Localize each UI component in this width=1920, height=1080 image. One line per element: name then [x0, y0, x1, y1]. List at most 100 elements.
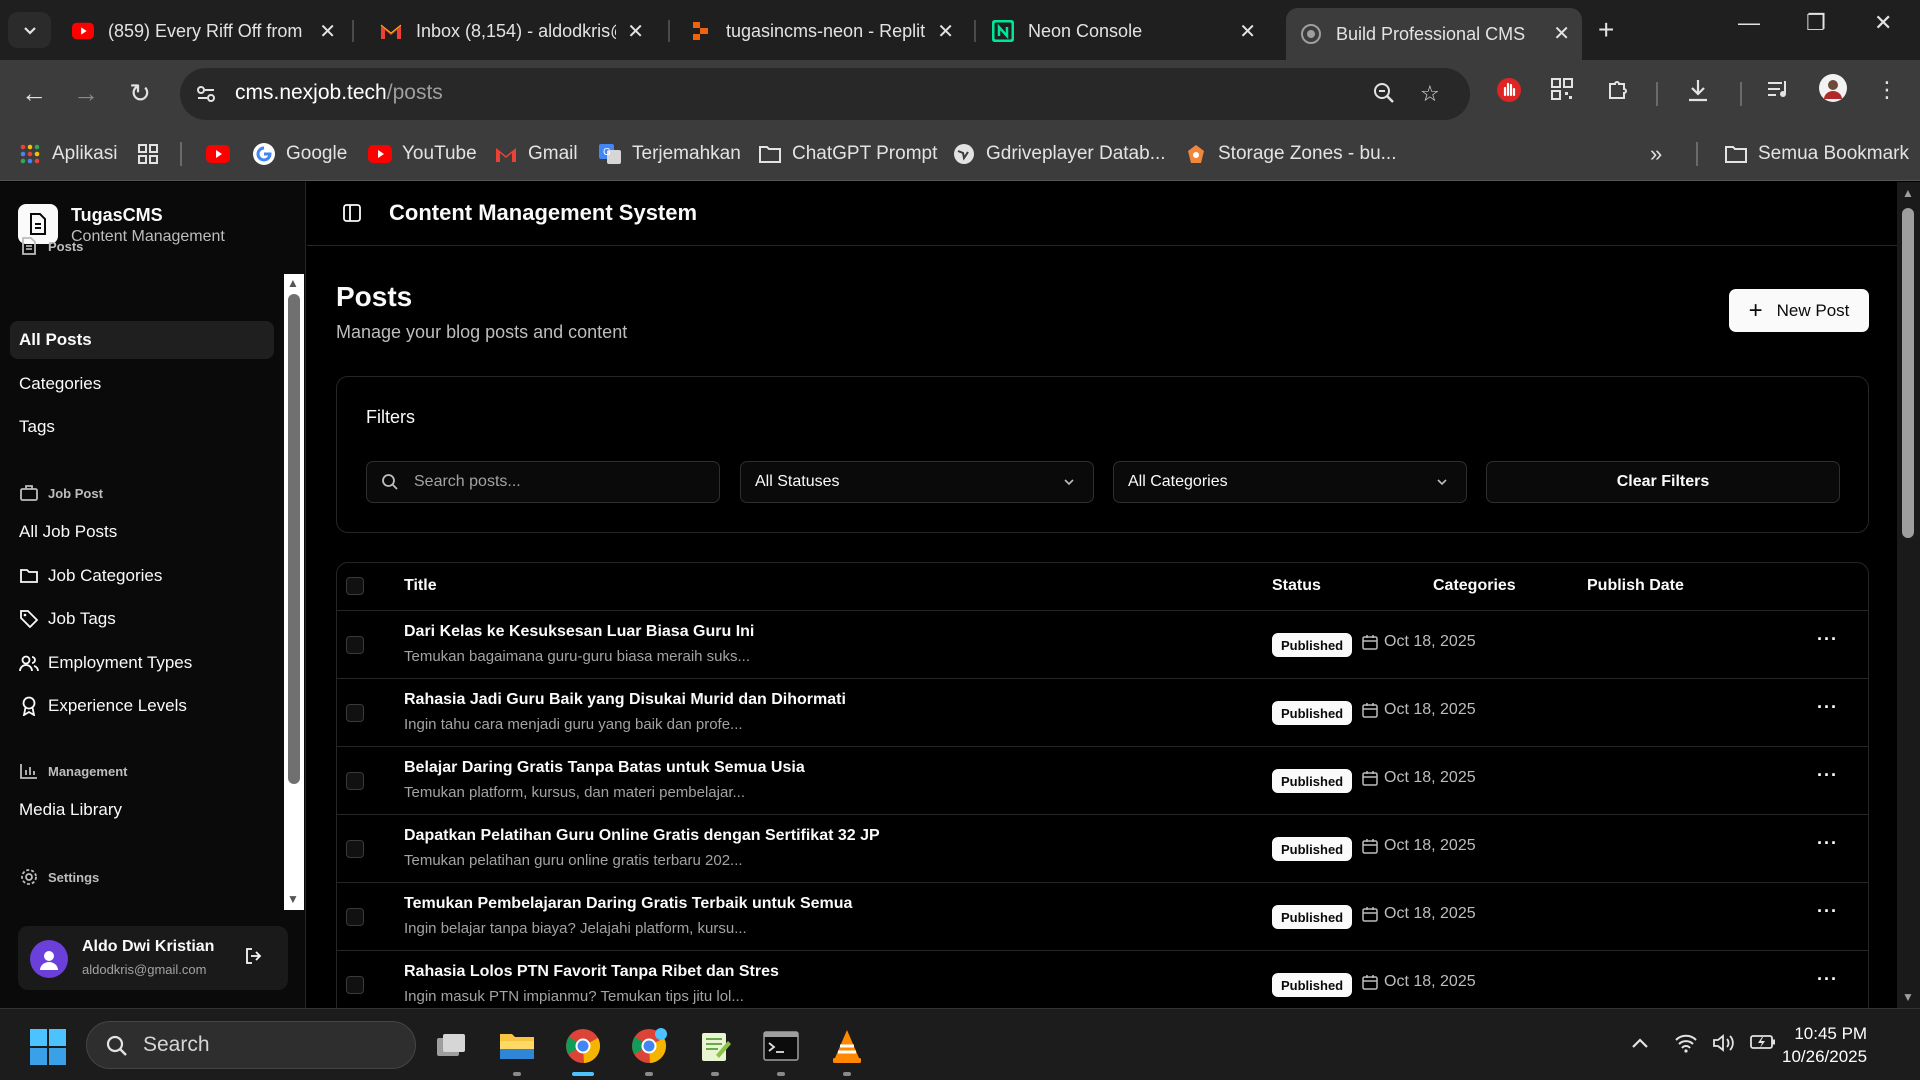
more-actions-icon[interactable]: ···: [1817, 765, 1838, 786]
column-status[interactable]: Status: [1272, 577, 1321, 595]
media-control-icon[interactable]: [1766, 77, 1790, 107]
chrome-icon[interactable]: [562, 1025, 604, 1076]
browser-tab-gmail[interactable]: Inbox (8,154) - aldodkris@ ✕: [366, 10, 656, 52]
table-row[interactable]: Belajar Daring Gratis Tanpa Batas untuk …: [337, 747, 1868, 815]
column-title[interactable]: Title: [404, 577, 437, 595]
clock[interactable]: 10:45 PM 10/26/2025: [1782, 1022, 1867, 1068]
browser-tab-neon[interactable]: Neon Console ✕: [978, 10, 1268, 52]
category-select[interactable]: All Categories: [1113, 461, 1467, 503]
scroll-down-icon[interactable]: ▼: [1902, 990, 1914, 1004]
browser-tab-youtube[interactable]: (859) Every Riff Off from P ✕: [58, 10, 348, 52]
sidebar-item-tags[interactable]: Tags: [10, 408, 274, 446]
sidebar-item-job-tags[interactable]: Job Tags: [10, 600, 274, 638]
sidebar-item-employment-types[interactable]: Employment Types: [10, 644, 274, 682]
restore-icon[interactable]: ❐: [1806, 10, 1826, 36]
new-tab-button[interactable]: +: [1598, 14, 1614, 46]
extension-hand-icon[interactable]: [1496, 77, 1522, 109]
close-icon[interactable]: ✕: [319, 19, 336, 44]
scroll-up-icon[interactable]: ▲: [287, 276, 299, 290]
close-icon[interactable]: ✕: [1553, 21, 1570, 46]
more-actions-icon[interactable]: ···: [1817, 969, 1838, 990]
bookmark-terjemahkan[interactable]: G Terjemahkan: [598, 139, 741, 169]
zoom-icon[interactable]: [1372, 81, 1396, 111]
row-checkbox[interactable]: [346, 772, 364, 790]
row-checkbox[interactable]: [346, 704, 364, 722]
bookmark-gdriveplayer[interactable]: Gdriveplayer Datab...: [952, 139, 1166, 169]
address-bar[interactable]: cms.nexjob.tech/posts ☆: [180, 68, 1470, 120]
sidebar-scrollbar[interactable]: ▲ ▼: [284, 274, 304, 910]
bookmark-google[interactable]: Google: [252, 139, 347, 169]
browser-tab-cms-active[interactable]: Build Professional CMS ✕: [1286, 8, 1582, 60]
reload-icon[interactable]: ↻: [124, 78, 156, 109]
sidebar-item-experience-levels[interactable]: Experience Levels: [10, 687, 274, 725]
logout-icon[interactable]: [244, 946, 264, 971]
all-bookmarks[interactable]: Semua Bookmark: [1724, 139, 1909, 169]
tab-search-button[interactable]: [8, 12, 51, 48]
wifi-icon[interactable]: [1674, 1033, 1698, 1059]
user-card[interactable]: Aldo Dwi Kristian aldodkris@gmail.com: [18, 926, 288, 990]
select-all-checkbox[interactable]: [346, 577, 364, 595]
table-row[interactable]: Temukan Pembelajaran Daring Gratis Terba…: [337, 883, 1868, 951]
bookmark-grid[interactable]: [136, 139, 170, 169]
forward-icon[interactable]: →: [70, 78, 102, 109]
tray-overflow-icon[interactable]: [1630, 1033, 1650, 1056]
more-actions-icon[interactable]: ···: [1817, 901, 1838, 922]
more-bookmarks-icon[interactable]: »: [1650, 139, 1662, 169]
bookmark-chatgpt-prompt[interactable]: ChatGPT Prompt: [758, 139, 937, 169]
table-row[interactable]: Dapatkan Pelatihan Guru Online Gratis de…: [337, 815, 1868, 883]
post-title[interactable]: Belajar Daring Gratis Tanpa Batas untuk …: [404, 759, 805, 777]
scrollbar-thumb[interactable]: [1902, 208, 1914, 538]
sidebar-item-job-categories[interactable]: Job Categories: [10, 557, 274, 595]
status-select[interactable]: All Statuses: [740, 461, 1094, 503]
column-categories[interactable]: Categories: [1433, 577, 1516, 595]
sidebar-item-media-library[interactable]: Media Library: [10, 791, 274, 829]
close-icon[interactable]: ✕: [1239, 19, 1256, 44]
bookmark-aplikasi[interactable]: Aplikasi: [18, 139, 117, 169]
download-icon[interactable]: [1686, 77, 1710, 109]
qr-code-icon[interactable]: [1550, 77, 1574, 107]
post-title[interactable]: Dari Kelas ke Kesuksesan Luar Biasa Guru…: [404, 623, 754, 641]
table-row[interactable]: Dari Kelas ke Kesuksesan Luar Biasa Guru…: [337, 611, 1868, 679]
close-icon[interactable]: ✕: [937, 19, 954, 44]
chrome-profile-icon[interactable]: [628, 1025, 670, 1076]
window-close-icon[interactable]: ✕: [1874, 10, 1892, 36]
row-checkbox[interactable]: [346, 840, 364, 858]
back-icon[interactable]: ←: [18, 78, 50, 109]
row-checkbox[interactable]: [346, 908, 364, 926]
more-actions-icon[interactable]: ···: [1817, 697, 1838, 718]
post-title[interactable]: Dapatkan Pelatihan Guru Online Gratis de…: [404, 827, 880, 845]
bookmark-storage-zones[interactable]: Storage Zones - bu...: [1184, 139, 1397, 169]
scroll-down-icon[interactable]: ▼: [287, 892, 299, 906]
post-title[interactable]: Temukan Pembelajaran Daring Gratis Terba…: [404, 895, 852, 913]
site-info-icon[interactable]: [194, 82, 218, 111]
clear-filters-button[interactable]: Clear Filters: [1486, 461, 1840, 503]
new-post-button[interactable]: + New Post: [1729, 289, 1869, 332]
row-checkbox[interactable]: [346, 976, 364, 994]
search-input[interactable]: Search posts...: [366, 461, 720, 503]
post-title[interactable]: Rahasia Jadi Guru Baik yang Disukai Muri…: [404, 691, 846, 709]
table-row[interactable]: Rahasia Lolos PTN Favorit Tanpa Ribet da…: [337, 951, 1868, 1008]
minimize-icon[interactable]: —: [1738, 10, 1760, 36]
post-title[interactable]: Rahasia Lolos PTN Favorit Tanpa Ribet da…: [404, 963, 779, 981]
sidebar-item-all-posts[interactable]: All Posts: [10, 321, 274, 359]
more-actions-icon[interactable]: ···: [1817, 629, 1838, 650]
bookmark-youtube[interactable]: YouTube: [368, 139, 477, 169]
scroll-up-icon[interactable]: ▲: [1902, 186, 1914, 200]
browser-menu-icon[interactable]: ⋮: [1876, 77, 1898, 103]
sidebar-toggle-icon[interactable]: [343, 204, 361, 227]
file-explorer-icon[interactable]: [496, 1025, 538, 1076]
page-scrollbar[interactable]: ▲ ▼: [1897, 182, 1920, 1008]
extensions-puzzle-icon[interactable]: [1606, 77, 1630, 107]
row-checkbox[interactable]: [346, 636, 364, 654]
battery-icon[interactable]: [1750, 1033, 1776, 1057]
windows-start-icon[interactable]: [30, 1029, 66, 1070]
bookmark-youtube-icon-only[interactable]: [206, 139, 240, 169]
vlc-icon[interactable]: [826, 1025, 868, 1076]
sidebar-group-settings[interactable]: Settings: [20, 868, 99, 886]
scrollbar-thumb[interactable]: [288, 294, 300, 784]
sidebar-item-categories[interactable]: Categories: [10, 365, 274, 403]
column-publish-date[interactable]: Publish Date: [1587, 577, 1684, 595]
task-view-icon[interactable]: [430, 1025, 472, 1067]
sidebar-item-all-job-posts[interactable]: All Job Posts: [10, 513, 274, 551]
bookmark-star-icon[interactable]: ☆: [1420, 81, 1440, 107]
